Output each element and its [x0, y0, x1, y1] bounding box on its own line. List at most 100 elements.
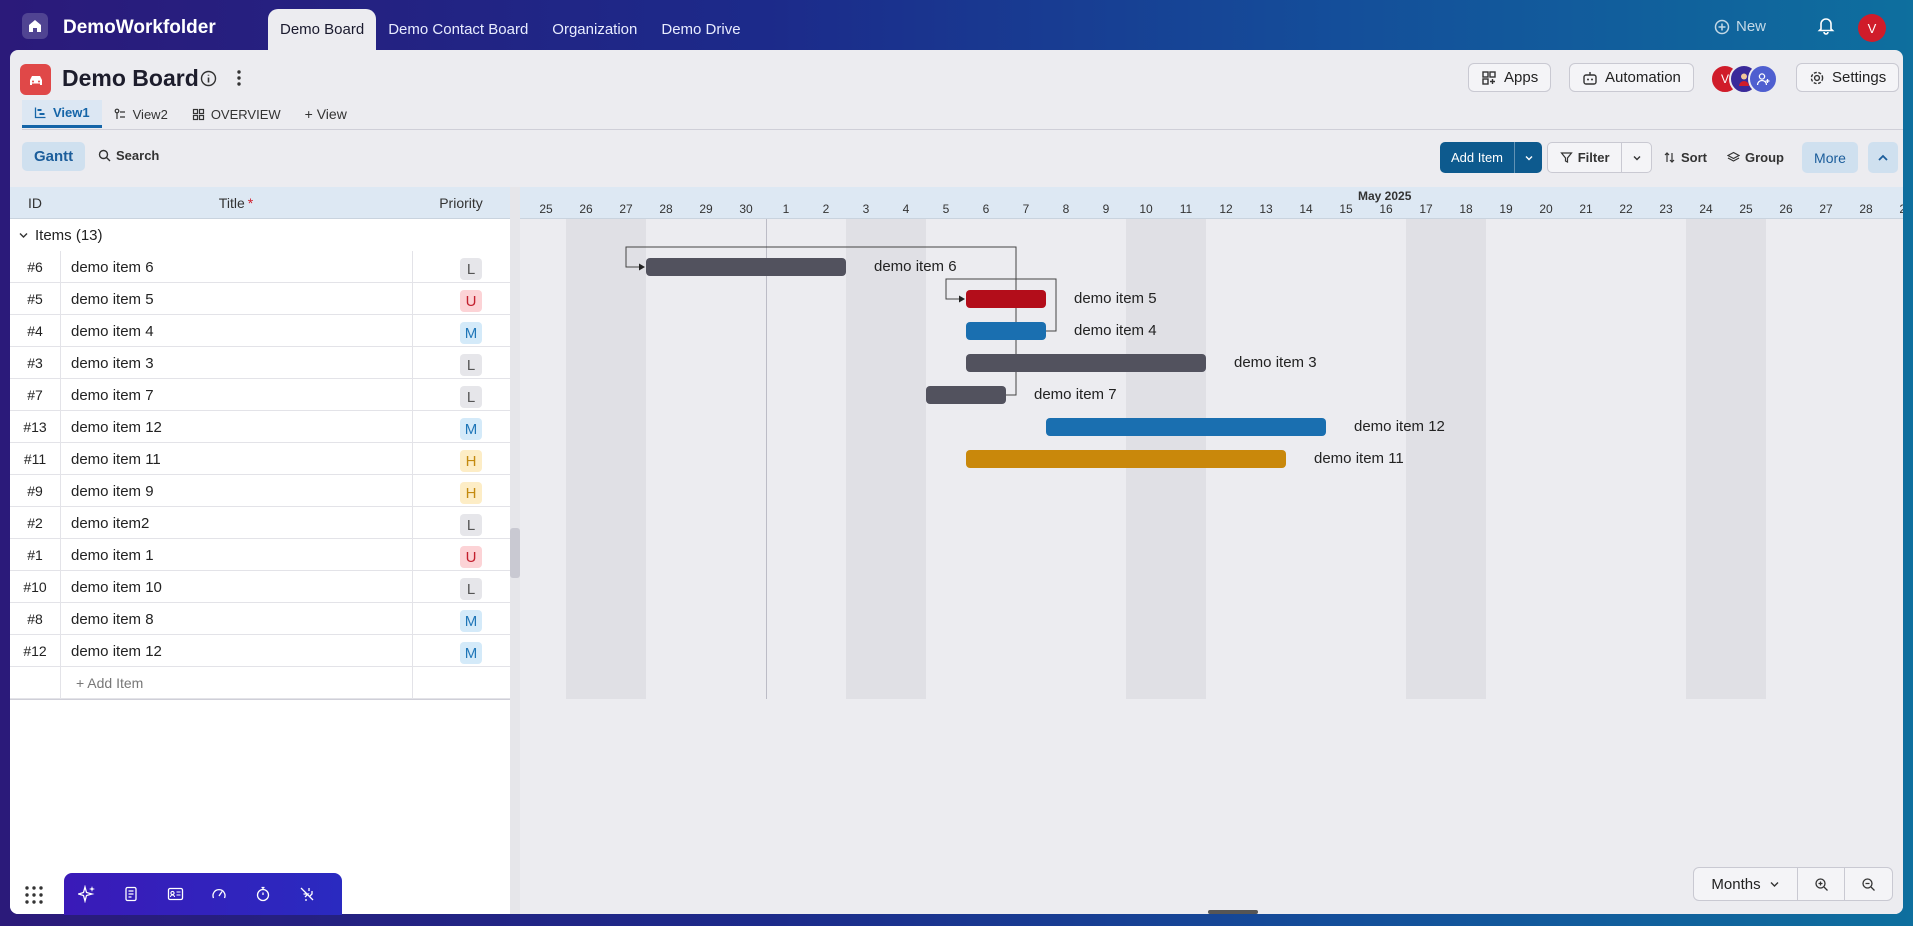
- table-row[interactable]: #2 demo item2 L: [10, 507, 510, 539]
- tab-overview[interactable]: OVERVIEW: [180, 100, 293, 128]
- table-row[interactable]: #6 demo item 6 L: [10, 251, 510, 283]
- new-button[interactable]: New: [1714, 18, 1766, 35]
- notes-button[interactable]: [118, 881, 144, 907]
- priority-badge[interactable]: M: [460, 642, 482, 664]
- table-row[interactable]: #4 demo item 4 M: [10, 315, 510, 347]
- automation-button[interactable]: Automation: [1569, 63, 1694, 92]
- table-row[interactable]: #7 demo item 7 L: [10, 379, 510, 411]
- tab-view1[interactable]: View1: [22, 100, 102, 128]
- dashboard-gauge-button[interactable]: [206, 881, 232, 907]
- gantt-bar[interactable]: [646, 258, 846, 276]
- gantt-bar[interactable]: [966, 450, 1286, 468]
- table-row[interactable]: #8 demo item 8 M: [10, 603, 510, 635]
- contact-card-button[interactable]: [162, 881, 188, 907]
- table-row[interactable]: #11 demo item 11 H: [10, 443, 510, 475]
- priority-badge[interactable]: L: [460, 514, 482, 536]
- add-item-dropdown[interactable]: [1514, 142, 1542, 173]
- priority-badge[interactable]: L: [460, 354, 482, 376]
- gantt-bar[interactable]: [966, 322, 1046, 340]
- priority-badge[interactable]: L: [460, 578, 482, 600]
- row-title[interactable]: demo item 5: [71, 283, 154, 315]
- apps-button[interactable]: Apps: [1468, 63, 1552, 92]
- board-menu-button[interactable]: [234, 68, 244, 91]
- nav-tab-demo-contact-board[interactable]: Demo Contact Board: [376, 9, 540, 50]
- row-id: #6: [27, 259, 43, 275]
- zoom-in-button[interactable]: [1798, 868, 1845, 900]
- row-title[interactable]: demo item 12: [71, 411, 162, 443]
- priority-badge[interactable]: M: [460, 610, 482, 632]
- home-button[interactable]: [22, 13, 48, 39]
- gantt-bar[interactable]: [966, 354, 1206, 372]
- add-item-row[interactable]: + Add Item: [10, 667, 510, 699]
- priority-badge[interactable]: M: [460, 418, 482, 440]
- group-header[interactable]: Items (13): [10, 219, 510, 251]
- priority-badge[interactable]: H: [460, 482, 482, 504]
- table-row[interactable]: #1 demo item 1 U: [10, 539, 510, 571]
- table-row[interactable]: #5 demo item 5 U: [10, 283, 510, 315]
- gantt-bar[interactable]: [966, 290, 1046, 308]
- horizontal-scrollbar[interactable]: [1208, 910, 1258, 914]
- row-title[interactable]: demo item 3: [71, 347, 154, 379]
- gantt-view-button[interactable]: Gantt: [22, 142, 86, 171]
- row-title[interactable]: demo item 1: [71, 539, 154, 571]
- row-title[interactable]: demo item 4: [71, 315, 154, 347]
- table-row[interactable]: #3 demo item 3 L: [10, 347, 510, 379]
- gantt-bar-label: demo item 11: [1314, 450, 1404, 467]
- column-header-title[interactable]: Title *: [60, 187, 412, 219]
- priority-badge[interactable]: L: [460, 386, 482, 408]
- row-title[interactable]: demo item 6: [71, 251, 154, 283]
- notifications-button[interactable]: [1816, 15, 1836, 38]
- row-id: #2: [27, 515, 43, 531]
- row-title[interactable]: demo item 9: [71, 475, 154, 507]
- row-title[interactable]: demo item 7: [71, 379, 154, 411]
- brand-name[interactable]: DemoWorkfolder: [63, 17, 216, 39]
- table-row[interactable]: #13 demo item 12 M: [10, 411, 510, 443]
- sort-button[interactable]: Sort: [1663, 150, 1707, 165]
- gantt-bar[interactable]: [1046, 418, 1326, 436]
- table-row[interactable]: #9 demo item 9 H: [10, 475, 510, 507]
- table-row[interactable]: #12 demo item 12 M: [10, 635, 510, 667]
- row-title[interactable]: demo item 8: [71, 603, 154, 635]
- group-button[interactable]: Group: [1727, 150, 1784, 165]
- priority-badge[interactable]: U: [460, 290, 482, 312]
- add-item-button[interactable]: Add Item: [1440, 142, 1542, 173]
- nav-tab-organization[interactable]: Organization: [540, 9, 649, 50]
- splitter-handle[interactable]: [510, 528, 520, 578]
- timer-button[interactable]: [250, 881, 276, 907]
- nav-tab-demo-board[interactable]: Demo Board: [268, 9, 377, 50]
- more-button[interactable]: More: [1802, 142, 1858, 173]
- ai-sparkle-button[interactable]: [74, 881, 100, 907]
- priority-badge[interactable]: M: [460, 322, 482, 344]
- info-button[interactable]: [200, 70, 217, 90]
- zoom-level-select[interactable]: Months: [1694, 868, 1798, 900]
- priority-badge[interactable]: U: [460, 546, 482, 568]
- row-title[interactable]: demo item 11: [71, 443, 161, 475]
- chevron-down-icon: [19, 232, 28, 238]
- dependency-arrow: [959, 295, 965, 303]
- row-title[interactable]: demo item2: [71, 507, 149, 539]
- priority-badge[interactable]: L: [460, 258, 482, 280]
- user-avatar[interactable]: V: [1858, 14, 1886, 42]
- row-title[interactable]: demo item 10: [71, 571, 162, 603]
- priority-badge[interactable]: H: [460, 450, 482, 472]
- document-icon: [125, 886, 137, 902]
- app-launcher-button[interactable]: [24, 885, 44, 908]
- zoom-out-button[interactable]: [1845, 868, 1892, 900]
- disconnect-button[interactable]: [294, 881, 320, 907]
- add-member-button[interactable]: [1748, 64, 1778, 94]
- filter-button[interactable]: Filter: [1547, 142, 1652, 173]
- column-header-id[interactable]: ID: [10, 187, 60, 219]
- column-header-priority[interactable]: Priority: [412, 187, 510, 219]
- table-row[interactable]: #10 demo item 10 L: [10, 571, 510, 603]
- settings-button[interactable]: Settings: [1796, 63, 1900, 92]
- collapse-header-button[interactable]: [1868, 142, 1898, 173]
- nav-tab-demo-drive[interactable]: Demo Drive: [649, 9, 752, 50]
- filter-dropdown[interactable]: [1621, 143, 1651, 172]
- gantt-bar[interactable]: [926, 386, 1006, 404]
- search-button[interactable]: Search: [98, 148, 159, 163]
- tab-view2[interactable]: View2: [102, 100, 180, 128]
- add-view-button[interactable]: + View: [293, 100, 359, 128]
- row-title[interactable]: demo item 12: [71, 635, 162, 667]
- gantt-chart: May 2025 25 26 27 28 29 30 1 2 3 4 5 6 7 8 9 10 11 12 13 14…: [520, 187, 1903, 914]
- row-id: #5: [27, 291, 43, 307]
